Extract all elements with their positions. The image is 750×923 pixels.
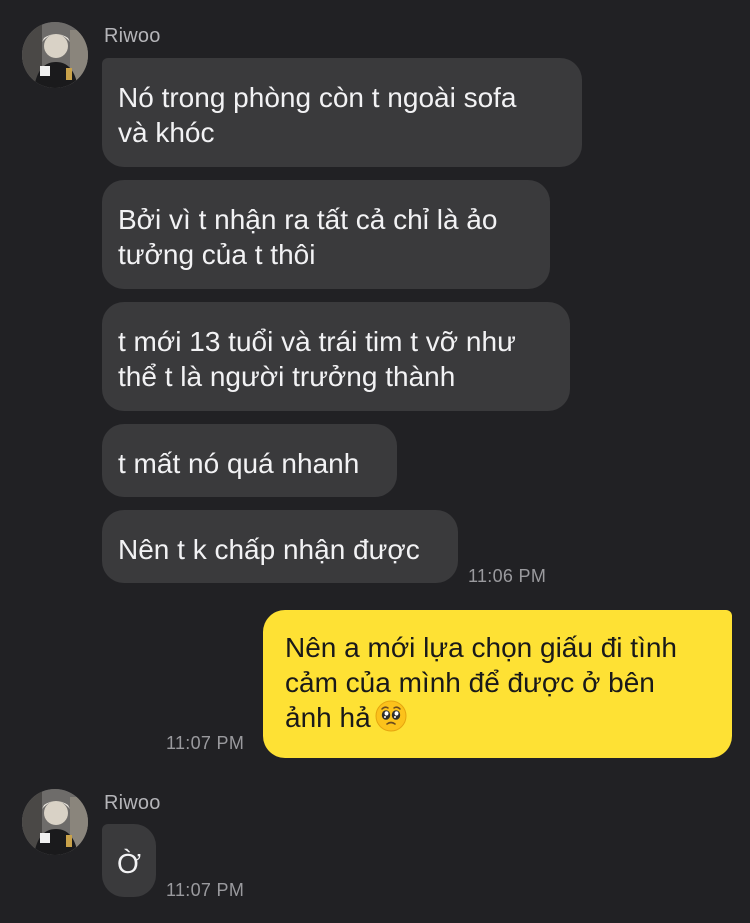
avatar-photo (22, 22, 88, 88)
message-bubble[interactable]: Nó trong phòng còn t ngoài sofa và khóc (102, 58, 582, 167)
message-bubble[interactable]: t mới 13 tuổi và trái tim t vỡ như thể t… (102, 302, 570, 411)
message-text: Ờ (117, 848, 142, 879)
message-bubble[interactable]: t mất nó quá nhanh (102, 424, 397, 497)
sender-name: Riwoo (104, 792, 161, 814)
message-timestamp: 11:06 PM (468, 566, 547, 586)
contact-avatar[interactable] (22, 789, 88, 855)
message-timestamp: 11:07 PM (166, 733, 245, 753)
pleading-face-icon (375, 700, 407, 732)
message-text: và khóc (118, 117, 215, 148)
message-text: cảm của mình để được ở bên (285, 667, 655, 698)
avatar-photo (22, 789, 88, 855)
contact-avatar[interactable] (22, 22, 88, 88)
message-timestamp: 11:07 PM (166, 880, 245, 900)
message-text: Nên t k chấp nhận được (118, 534, 420, 565)
message-text: thể t là người trưởng thành (118, 361, 456, 392)
message-bubble[interactable]: Bởi vì t nhận ra tất cả chỉ là ảo tưởng … (102, 180, 550, 289)
message-text: t mới 13 tuổi và trái tim t vỡ như (118, 326, 516, 357)
message-text: Bởi vì t nhận ra tất cả chỉ là ảo (118, 204, 498, 235)
message-text: ảnh hả (285, 702, 371, 733)
message-text: t mất nó quá nhanh (118, 448, 360, 479)
message-text: tưởng của t thôi (118, 239, 316, 270)
sender-name: Riwoo (104, 25, 161, 47)
message-bubble[interactable]: Nên t k chấp nhận được (102, 510, 458, 583)
message-text: Nó trong phòng còn t ngoài sofa (118, 82, 517, 113)
message-text: Nên a mới lựa chọn giấu đi tình (285, 632, 677, 663)
message-bubble-outgoing[interactable]: Nên a mới lựa chọn giấu đi tình cảm của … (263, 610, 732, 758)
message-bubble[interactable]: Ờ (102, 824, 156, 897)
